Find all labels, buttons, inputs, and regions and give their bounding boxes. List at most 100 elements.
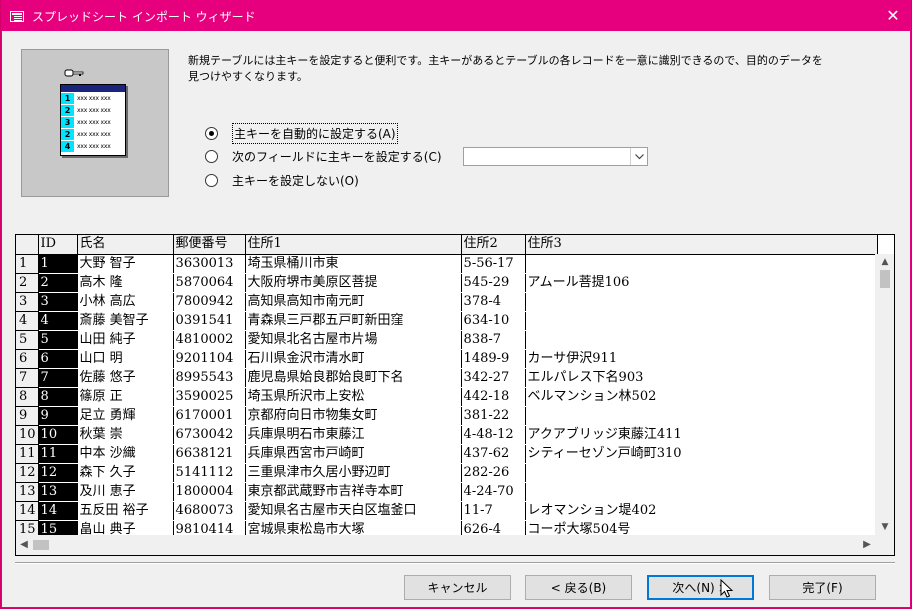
cell-id: 3 xyxy=(38,292,78,312)
cell-zip: 8995543 xyxy=(173,368,246,388)
cell-address1: 高知県高知市南元町 xyxy=(245,292,462,312)
cell-address2: 634-10 xyxy=(461,311,526,331)
cell-address3: アクアブリッジ東藤江411 xyxy=(525,425,878,445)
table-row[interactable]: 6 6 山口 明 9201104 石川県金沢市清水町 1489-9 カーサ伊沢911 xyxy=(16,349,878,369)
table-row[interactable]: 2 2 高木 隆 5870064 大阪府堺市美原区菩提 545-29 アムール菩提106 xyxy=(16,273,878,293)
vertical-scroll-thumb[interactable] xyxy=(880,270,890,288)
cell-zip: 4810002 xyxy=(173,330,246,350)
horizontal-scrollbar[interactable]: ◀ ▶ xyxy=(16,535,894,555)
table-row[interactable]: 10 10 秋葉 崇 6730042 兵庫県明石市東藤江 4-48-12 アクアブリッジ東藤… xyxy=(16,425,878,445)
cell-name: 斎藤 美智子 xyxy=(77,311,174,331)
mini-table-key: 2 xyxy=(61,128,74,140)
cell-zip: 9201104 xyxy=(173,349,246,369)
cell-zip: 7800942 xyxy=(173,292,246,312)
field-select[interactable] xyxy=(463,147,648,166)
row-number: 2 xyxy=(16,273,39,293)
table-row[interactable]: 5 5 山田 純子 4810002 愛知県北名古屋市片場 838-7 xyxy=(16,330,878,350)
row-number: 6 xyxy=(16,349,39,369)
column-header-zip[interactable]: 郵便番号 xyxy=(173,235,246,255)
cell-address1: 京都府向日市物集女町 xyxy=(245,406,462,426)
wizard-window: スプレッドシート インポート ウィザード ✕ 1 xxx xxx xxx 2 xxx … xyxy=(1,0,911,608)
cell-address3: レオマンション堤402 xyxy=(525,501,878,521)
option-no-key-label: 主キーを設定しない(O) xyxy=(232,173,359,188)
wizard-description: 新規テーブルには主キーを設定すると便利です。主キーがあるとテーブルの各レコードを… xyxy=(188,54,823,83)
row-number: 7 xyxy=(16,368,39,388)
radio-no-key[interactable] xyxy=(205,173,218,187)
cell-address2: 378-4 xyxy=(461,292,526,312)
table-row[interactable]: 14 14 五反田 裕子 4680073 愛知県名古屋市天白区塩釜口 11-7 レオマンショ… xyxy=(16,501,878,521)
cell-address2: 11-7 xyxy=(461,501,526,521)
cell-address3: エルパレス下名903 xyxy=(525,368,878,388)
table-row[interactable]: 12 12 森下 久子 5141112 三重県津市久居小野辺町 282-26 xyxy=(16,463,878,483)
cell-address3: カーサ伊沢911 xyxy=(525,349,878,369)
cell-id: 12 xyxy=(38,463,78,483)
cell-address2: 545-29 xyxy=(461,273,526,293)
scroll-left-icon[interactable]: ◀ xyxy=(16,535,32,555)
table-row[interactable]: 7 7 佐藤 悠子 8995543 鹿児島県姶良郡姶良町下名 342-27 エルパレス下名9… xyxy=(16,368,878,388)
cell-id: 10 xyxy=(38,425,78,445)
scroll-down-icon[interactable]: ▼ xyxy=(875,519,894,535)
cell-id: 11 xyxy=(38,444,78,464)
cell-id: 14 xyxy=(38,501,78,521)
option-no-key[interactable]: 主キーを設定しない(O) xyxy=(205,171,359,189)
column-header-address1[interactable]: 住所1 xyxy=(245,235,462,255)
table-row[interactable]: 13 13 及川 恵子 1800004 東京都武蔵野市吉祥寺本町 4-24-70 xyxy=(16,482,878,502)
column-header-address2[interactable]: 住所2 xyxy=(461,235,526,255)
cell-name: 小林 高広 xyxy=(77,292,174,312)
cell-address2: 5-56-17 xyxy=(461,254,526,274)
table-row[interactable]: 1 1 大野 智子 3630013 埼玉県桶川市東 5-56-17 xyxy=(16,254,878,274)
column-header-id[interactable]: ID xyxy=(38,235,78,255)
scroll-right-icon[interactable]: ▶ xyxy=(859,535,875,555)
cell-name: 中本 沙織 xyxy=(77,444,174,464)
cell-id: 13 xyxy=(38,482,78,502)
cell-address2: 282-26 xyxy=(461,463,526,483)
cell-name: 森下 久子 xyxy=(77,463,174,483)
row-number: 14 xyxy=(16,501,39,521)
cell-address2: 4-24-70 xyxy=(461,482,526,502)
cell-zip: 6730042 xyxy=(173,425,246,445)
cell-name: 篠原 正 xyxy=(77,387,174,407)
close-button[interactable]: ✕ xyxy=(882,5,904,27)
table-row[interactable]: 8 8 篠原 正 3590025 埼玉県所沢市上安松 442-18 ベルマンション林502 xyxy=(16,387,878,407)
cell-address1: 大阪府堺市美原区菩提 xyxy=(245,273,462,293)
column-header-address3[interactable]: 住所3 xyxy=(525,235,878,255)
table-row[interactable]: 4 4 斎藤 美智子 0391541 青森県三戸郡五戸町新田窪 634-10 xyxy=(16,311,878,331)
option-choose-key[interactable]: 次のフィールドに主キーを設定する(C) xyxy=(205,147,442,165)
cell-name: 高木 隆 xyxy=(77,273,174,293)
mini-table-row: 4 xxx xxx xxx xyxy=(61,140,125,152)
radio-choose-key[interactable] xyxy=(205,149,218,163)
cell-address2: 342-27 xyxy=(461,368,526,388)
table-row[interactable]: 11 11 中本 沙織 6638121 兵庫県西宮市戸崎町 437-62 シティーセゾン戸崎… xyxy=(16,444,878,464)
cell-name: 足立 勇輝 xyxy=(77,406,174,426)
scroll-up-icon[interactable]: ▲ xyxy=(875,254,894,270)
cell-address3 xyxy=(525,463,878,483)
cell-address3: ベルマンション林502 xyxy=(525,387,878,407)
option-auto-key[interactable]: 主キーを自動的に設定する(A) xyxy=(205,122,398,144)
cell-zip: 3590025 xyxy=(173,387,246,407)
cell-zip: 6638121 xyxy=(173,444,246,464)
table-row[interactable]: 9 9 足立 勇輝 6170001 京都府向日市物集女町 381-22 xyxy=(16,406,878,426)
column-header-name[interactable]: 氏名 xyxy=(77,235,174,255)
horizontal-scroll-thumb[interactable] xyxy=(33,540,49,550)
table-row[interactable]: 3 3 小林 高広 7800942 高知県高知市南元町 378-4 xyxy=(16,292,878,312)
spreadsheet-app-icon xyxy=(10,10,24,22)
row-number: 12 xyxy=(16,463,39,483)
chevron-down-icon[interactable] xyxy=(630,148,647,165)
row-header-corner[interactable] xyxy=(16,235,39,255)
finish-button[interactable]: 完了(F) xyxy=(769,575,876,600)
row-number: 3 xyxy=(16,292,39,312)
cell-address2: 838-7 xyxy=(461,330,526,350)
back-button[interactable]: < 戻る(B) xyxy=(525,575,632,600)
cell-address3 xyxy=(525,292,878,312)
cell-address3 xyxy=(525,482,878,502)
cell-address3 xyxy=(525,406,878,426)
row-number: 10 xyxy=(16,425,39,445)
mini-table-cells: xxx xxx xxx xyxy=(77,118,111,126)
radio-auto-key[interactable] xyxy=(205,126,218,140)
next-button[interactable]: 次へ(N) > xyxy=(647,575,754,600)
preview-table: ID 氏名 郵便番号 住所1 住所2 住所3 1 1 大野 智子 3630013 埼玉県桶川市東 5… xyxy=(16,235,878,540)
vertical-scrollbar[interactable]: ▲ ▼ xyxy=(875,254,894,535)
cell-address1: 愛知県名古屋市天白区塩釜口 xyxy=(245,501,462,521)
cancel-button[interactable]: キャンセル xyxy=(404,575,511,600)
cell-address2: 442-18 xyxy=(461,387,526,407)
